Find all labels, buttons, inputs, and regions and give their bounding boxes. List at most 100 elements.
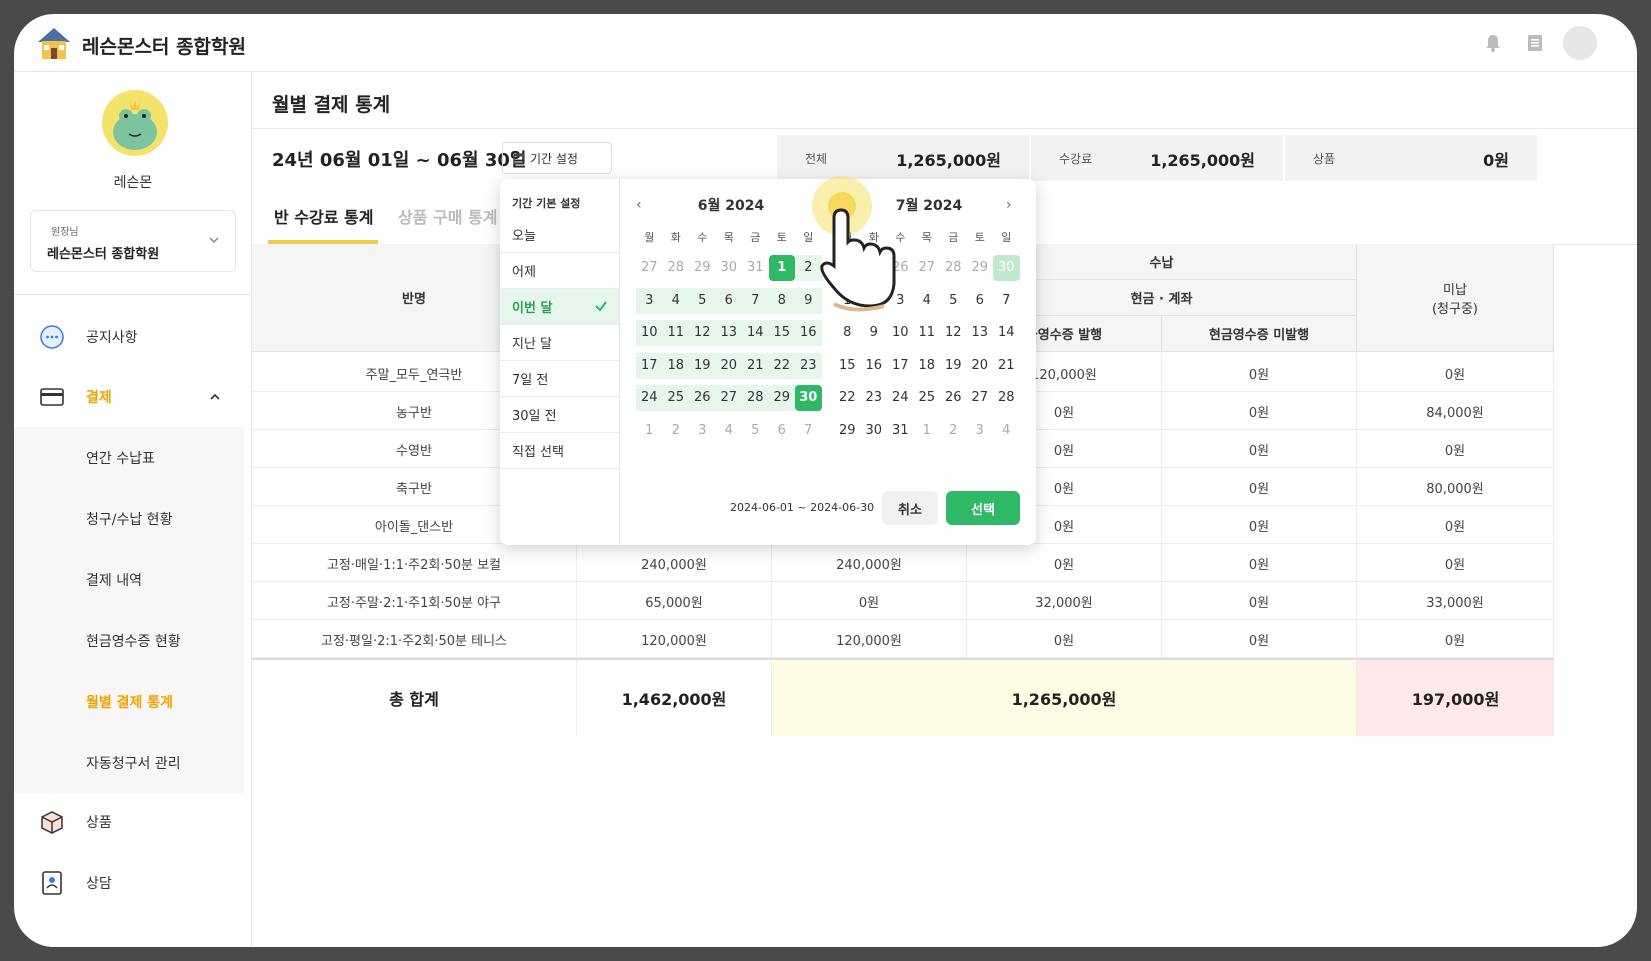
- calendar-day[interactable]: 16: [861, 353, 888, 379]
- academy-selector[interactable]: 원장님 레슨몬스터 종합학원: [30, 210, 236, 272]
- calendar-day[interactable]: 25: [861, 255, 888, 281]
- calendar-day[interactable]: 23: [861, 385, 888, 411]
- calendar-day[interactable]: 12: [940, 320, 967, 346]
- preset-option[interactable]: 오늘: [500, 217, 619, 253]
- calendar-day[interactable]: 29: [834, 418, 861, 444]
- calendar-day[interactable]: 31: [887, 418, 914, 444]
- preset-option[interactable]: 지난 달: [500, 325, 619, 361]
- calendar-day[interactable]: 12: [689, 320, 716, 346]
- calendar-day[interactable]: 7: [795, 418, 822, 444]
- calendar-day[interactable]: 1: [834, 288, 861, 314]
- calendar-day[interactable]: 13: [967, 320, 994, 346]
- calendar-day[interactable]: 29: [967, 255, 994, 281]
- calendar-day[interactable]: 17: [887, 353, 914, 379]
- submenu-monthly-stats[interactable]: 월별 결제 통계: [86, 692, 173, 712]
- calendar-day[interactable]: 2: [861, 288, 888, 314]
- calendar-day[interactable]: 4: [993, 418, 1020, 444]
- calendar-day[interactable]: 24: [887, 385, 914, 411]
- calendar-day[interactable]: 22: [834, 385, 861, 411]
- calendar-day[interactable]: 2: [663, 418, 690, 444]
- submenu-payment-history[interactable]: 결제 내역: [86, 570, 142, 590]
- sidebar-item-consult[interactable]: 상담: [14, 858, 252, 908]
- calendar-day[interactable]: 10: [636, 320, 663, 346]
- calendar-day[interactable]: 27: [967, 385, 994, 411]
- tab-class-tuition[interactable]: 반 수강료 통계: [274, 204, 373, 228]
- calendar-day[interactable]: 26: [940, 385, 967, 411]
- calendar-day[interactable]: 3: [967, 418, 994, 444]
- calendar-day[interactable]: 27: [636, 255, 663, 281]
- bell-icon[interactable]: [1479, 29, 1507, 57]
- calendar-day[interactable]: 20: [715, 352, 742, 379]
- calendar-day[interactable]: 5: [689, 287, 716, 314]
- calendar-day[interactable]: 19: [940, 353, 967, 379]
- calendar-day[interactable]: 3: [887, 288, 914, 314]
- calendar-day[interactable]: 4: [914, 288, 941, 314]
- calendar-day[interactable]: 27: [914, 255, 941, 281]
- calendar-day[interactable]: 9: [795, 287, 822, 314]
- preset-option[interactable]: 30일 전: [500, 397, 619, 433]
- calendar-day[interactable]: 5: [940, 288, 967, 314]
- calendar-day[interactable]: 1: [914, 418, 941, 444]
- calendar-day[interactable]: 30: [861, 418, 888, 444]
- tab-product-purchase[interactable]: 상품 구매 통계: [398, 204, 497, 228]
- calendar-day[interactable]: 15: [768, 320, 795, 346]
- calendar-day[interactable]: 9: [861, 320, 888, 346]
- preset-option[interactable]: 직접 선택: [500, 433, 619, 469]
- calendar-day[interactable]: 24: [834, 255, 861, 281]
- submenu-cash-receipt[interactable]: 현금영수증 현황: [86, 631, 181, 651]
- calendar-day[interactable]: 30: [716, 255, 743, 281]
- calendar-day[interactable]: 25: [662, 385, 689, 411]
- select-button[interactable]: 선택: [946, 491, 1020, 525]
- calendar-day[interactable]: 11: [662, 320, 689, 346]
- user-avatar[interactable]: [1563, 26, 1597, 60]
- calendar-day[interactable]: 4: [662, 287, 689, 314]
- calendar-day[interactable]: 3: [636, 287, 663, 314]
- calendar-day[interactable]: 26: [887, 255, 914, 281]
- calendar-day[interactable]: 19: [689, 352, 716, 379]
- calendar-day[interactable]: 29: [689, 255, 716, 281]
- preset-option[interactable]: 7일 전: [500, 361, 619, 397]
- calendar-day[interactable]: 28: [940, 255, 967, 281]
- calendar-day[interactable]: 27: [715, 385, 742, 411]
- calendar-day[interactable]: 28: [742, 385, 769, 411]
- calendar-day[interactable]: 29: [768, 385, 795, 411]
- calendar-day[interactable]: 23: [795, 352, 822, 379]
- calendar-day[interactable]: 4: [716, 418, 743, 444]
- calendar-day[interactable]: 2: [795, 255, 822, 281]
- calendar-day[interactable]: 28: [663, 255, 690, 281]
- calendar-day[interactable]: 21: [993, 353, 1020, 379]
- preset-option[interactable]: 어제: [500, 253, 619, 289]
- submenu-auto-invoice[interactable]: 자동청구서 관리: [86, 753, 181, 773]
- calendar-day[interactable]: 7: [742, 287, 769, 314]
- calendar-day[interactable]: 7: [993, 288, 1020, 314]
- document-icon[interactable]: [1521, 29, 1549, 57]
- calendar-day[interactable]: 31: [742, 255, 769, 281]
- period-setting-button[interactable]: 기간 설정: [502, 142, 612, 174]
- calendar-day[interactable]: 2: [940, 418, 967, 444]
- calendar-day[interactable]: 10: [887, 320, 914, 346]
- calendar-day[interactable]: 24: [636, 385, 663, 411]
- calendar-day[interactable]: 6: [769, 418, 796, 444]
- submenu-billing-status[interactable]: 청구/수납 현황: [86, 509, 172, 529]
- calendar-day[interactable]: 18: [662, 352, 689, 379]
- calendar-day[interactable]: 22: [768, 352, 795, 379]
- preset-option[interactable]: 이번 달: [500, 289, 619, 325]
- calendar-day[interactable]: 21: [742, 352, 769, 379]
- calendar-day[interactable]: 6: [967, 288, 994, 314]
- calendar-day[interactable]: 11: [914, 320, 941, 346]
- calendar-day[interactable]: 8: [834, 320, 861, 346]
- calendar-day[interactable]: 1: [636, 418, 663, 444]
- sidebar-item-notice[interactable]: 공지사항: [14, 312, 252, 362]
- calendar-day[interactable]: 8: [768, 287, 795, 314]
- sidebar-item-product[interactable]: 상품: [14, 797, 252, 847]
- calendar-day[interactable]: 13: [715, 320, 742, 346]
- calendar-day[interactable]: 15: [834, 353, 861, 379]
- calendar-day[interactable]: 26: [689, 385, 716, 411]
- calendar-day[interactable]: 30: [993, 255, 1020, 281]
- calendar-day[interactable]: 30: [795, 385, 822, 411]
- calendar-day[interactable]: 14: [742, 320, 769, 346]
- calendar-day[interactable]: 5: [742, 418, 769, 444]
- calendar-day[interactable]: 18: [914, 353, 941, 379]
- sidebar-item-payment[interactable]: 결제: [14, 372, 252, 422]
- calendar-day[interactable]: 3: [689, 418, 716, 444]
